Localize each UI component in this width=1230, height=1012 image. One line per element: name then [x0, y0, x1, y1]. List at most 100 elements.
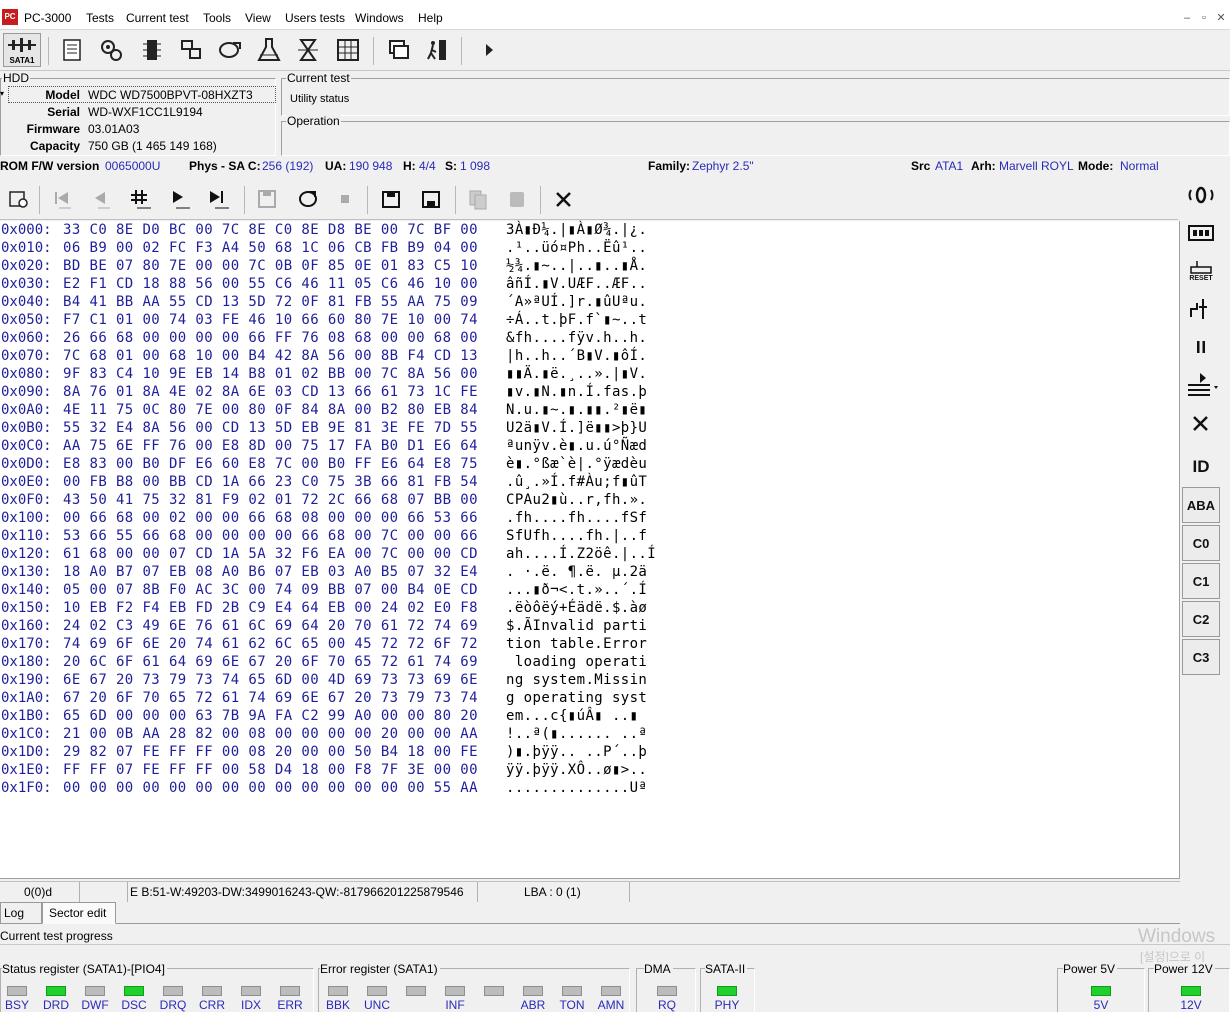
load-from-file-button[interactable]: [418, 186, 444, 212]
tab-sector-edit[interactable]: Sector edit: [42, 902, 116, 924]
hex-bytes[interactable]: 8A 76 01 8A 4E 02 8A 6E 03 CD 13 66 61 7…: [63, 383, 478, 401]
hex-ascii[interactable]: CPAu2▮ù..r,fh.».: [506, 491, 647, 509]
hex-ascii[interactable]: U2ä▮V.Í.]ë▮▮>þ}U: [506, 419, 647, 437]
hex-ascii[interactable]: 3À▮Ð¼.|▮À▮Ø¾.|¿.: [506, 221, 647, 239]
hex-ascii[interactable]: g operating syst: [506, 689, 647, 707]
hex-bytes[interactable]: FF FF 07 FE FF FF 00 58 D4 18 00 F8 7F 3…: [63, 761, 478, 779]
passport-button[interactable]: [57, 35, 87, 65]
menu-help[interactable]: Help: [418, 11, 443, 25]
hex-ascii[interactable]: tion table.Error: [506, 635, 647, 653]
hex-bytes[interactable]: AA 75 6E FF 76 00 E8 8D 00 75 17 FA B0 D…: [63, 437, 478, 455]
hex-bytes[interactable]: 00 00 00 00 00 00 00 00 00 00 00 00 00 0…: [63, 779, 478, 797]
hex-bytes[interactable]: 20 6C 6F 61 64 69 6E 67 20 6F 70 65 72 6…: [63, 653, 478, 671]
hex-ascii[interactable]: .ëòôëý+Éädë.$.àø: [506, 599, 647, 617]
hex-ascii[interactable]: )▮.þÿÿ.. ..P´..þ: [506, 743, 647, 761]
c0-button[interactable]: C0: [1182, 525, 1220, 561]
hex-ascii[interactable]: ´A»ªUÍ.]r.▮ûUªu.: [506, 293, 647, 311]
flask-button[interactable]: [254, 35, 284, 65]
hex-ascii[interactable]: ½¾.▮~..|..▮..▮Å.: [506, 257, 647, 275]
hex-bytes[interactable]: 74 69 6F 6E 20 74 61 62 6C 65 00 45 72 7…: [63, 635, 478, 653]
hex-bytes[interactable]: 9F 83 C4 10 9E EB 14 B8 01 02 BB 00 7C 8…: [63, 365, 478, 383]
c1-button[interactable]: C1: [1182, 563, 1220, 599]
id-button[interactable]: ID: [1182, 449, 1220, 485]
c2-button[interactable]: C2: [1182, 601, 1220, 637]
open-file-button[interactable]: [215, 35, 245, 65]
hex-ascii[interactable]: loading operati: [506, 653, 647, 671]
hex-bytes[interactable]: 00 FB B8 00 BB CD 1A 66 23 C0 75 3B 66 8…: [63, 473, 478, 491]
menu-tools[interactable]: Tools: [203, 11, 231, 25]
next-sector-button[interactable]: [166, 186, 192, 212]
hex-ascii[interactable]: &fh....fÿv.h..h.: [506, 329, 647, 347]
goto-sector-button[interactable]: [127, 186, 153, 212]
exit-button[interactable]: [422, 35, 452, 65]
menu-view[interactable]: View: [245, 11, 271, 25]
minimize-icon[interactable]: –: [1180, 11, 1194, 25]
hex-ascii[interactable]: .û¸.»Í.f#Àu;f▮ûT: [506, 473, 647, 491]
hex-bytes[interactable]: 61 68 00 00 07 CD 1A 5A 32 F6 EA 00 7C 0…: [63, 545, 478, 563]
first-sector-button[interactable]: [49, 186, 75, 212]
hex-ascii[interactable]: ▮▮Ä.▮ë.¸..».|▮V.: [506, 365, 647, 383]
commands-button[interactable]: [1182, 367, 1220, 403]
hex-bytes[interactable]: 10 EB F2 F4 EB FD 2B C9 E4 64 EB 00 24 0…: [63, 599, 478, 617]
hex-ascii[interactable]: |h..h..´B▮V.▮ôÍ.: [506, 347, 647, 365]
menu-current-test[interactable]: Current test: [126, 11, 189, 25]
timer-button[interactable]: [293, 35, 323, 65]
aba-button[interactable]: ABA: [1182, 487, 1220, 523]
board-button[interactable]: [1182, 215, 1220, 251]
hex-bytes[interactable]: 43 50 41 75 32 81 F9 02 01 72 2C 66 68 0…: [63, 491, 478, 509]
pause-button[interactable]: [1182, 329, 1220, 365]
hex-ascii[interactable]: ÿÿ.þÿÿ.XÔ..ø▮>..: [506, 761, 647, 779]
heads-map-button[interactable]: [176, 35, 206, 65]
hex-ascii[interactable]: !..ª(▮...... ..ª: [506, 725, 647, 743]
reset-button[interactable]: RESET: [1182, 253, 1220, 289]
prev-sector-button[interactable]: [88, 186, 114, 212]
hex-editor[interactable]: 0x000: 33 C0 8E D0 BC 00 7C 8E C0 8E D8 B…: [0, 221, 1180, 879]
hex-bytes[interactable]: 00 66 68 00 02 00 00 66 68 08 00 00 00 6…: [63, 509, 478, 527]
hex-bytes[interactable]: 4E 11 75 0C 80 7E 00 80 0F 84 8A 00 B2 8…: [63, 401, 478, 419]
stop-button[interactable]: [332, 186, 358, 212]
hex-bytes[interactable]: 21 00 0B AA 28 82 00 08 00 00 00 00 20 0…: [63, 725, 478, 743]
hex-bytes[interactable]: 33 C0 8E D0 BC 00 7C 8E C0 8E D8 BE 00 7…: [63, 221, 478, 239]
hex-bytes[interactable]: 05 00 07 8B F0 AC 3C 00 74 09 BB 07 00 B…: [63, 581, 478, 599]
hex-ascii[interactable]: ...▮ð¬<.t.»..´.Í: [506, 581, 647, 599]
restore-icon[interactable]: ▫: [1197, 11, 1211, 25]
options-button[interactable]: [6, 186, 32, 212]
hex-ascii[interactable]: $.ÃInvalid parti: [506, 617, 647, 635]
c3-button[interactable]: C3: [1182, 639, 1220, 675]
hex-bytes[interactable]: 26 66 68 00 00 00 00 66 FF 76 08 68 00 0…: [63, 329, 478, 347]
copy-button[interactable]: [465, 186, 491, 212]
hex-bytes[interactable]: E2 F1 CD 18 88 56 00 55 C6 46 11 05 C6 4…: [63, 275, 478, 293]
hex-bytes[interactable]: F7 C1 01 00 74 03 FE 46 10 66 60 80 7E 1…: [63, 311, 478, 329]
hex-bytes[interactable]: 55 32 E4 8A 56 00 CD 13 5D EB 9E 81 3E F…: [63, 419, 478, 437]
hex-bytes[interactable]: 53 66 55 66 68 00 00 00 00 66 68 00 7C 0…: [63, 527, 478, 545]
hex-bytes[interactable]: 67 20 6F 70 65 72 61 74 69 6E 67 20 73 7…: [63, 689, 478, 707]
paste-button[interactable]: [504, 186, 530, 212]
hex-ascii[interactable]: . ·.ë. ¶.ë. µ.2ä: [506, 563, 647, 581]
tools-button[interactable]: [551, 186, 577, 212]
hex-ascii[interactable]: .¹..üó¤Ph..Ëû¹..: [506, 239, 647, 257]
menu-users-tests[interactable]: Users tests: [285, 11, 345, 25]
jumper-button[interactable]: [1182, 291, 1220, 327]
hex-ascii[interactable]: SfUfh....fh.|..f: [506, 527, 647, 545]
last-sector-button[interactable]: [205, 186, 231, 212]
read-sector-button[interactable]: [295, 186, 321, 212]
hex-bytes[interactable]: 6E 67 20 73 79 73 74 65 6D 00 4D 69 73 7…: [63, 671, 478, 689]
utilities-button[interactable]: [1182, 405, 1220, 441]
hex-ascii[interactable]: .fh....fh....fSf: [506, 509, 647, 527]
hex-bytes[interactable]: E8 83 00 B0 DF E6 60 E8 7C 00 B0 FF E6 6…: [63, 455, 478, 473]
menu-tests[interactable]: Tests: [86, 11, 114, 25]
hex-bytes[interactable]: B4 41 BB AA 55 CD 13 5D 72 0F 81 FB 55 A…: [63, 293, 478, 311]
close-icon[interactable]: ✕: [1214, 11, 1228, 25]
settings-button[interactable]: [96, 35, 126, 65]
hex-ascii[interactable]: em...c{▮úÂ▮ ..▮: [506, 707, 647, 725]
hex-ascii[interactable]: ▮v.▮N.▮n.Í.fas.þ: [506, 383, 647, 401]
chip-button[interactable]: [137, 35, 167, 65]
save-to-file-button[interactable]: [378, 186, 404, 212]
hex-ascii[interactable]: ah....Í.Z2öê.|..Í: [506, 545, 656, 563]
run-button[interactable]: [474, 35, 504, 65]
hex-bytes[interactable]: 65 6D 00 00 00 63 7B 9A FA C2 99 A0 00 0…: [63, 707, 478, 725]
windows-cascade-button[interactable]: [384, 35, 414, 65]
tab-log[interactable]: Log: [0, 902, 42, 924]
grid-button[interactable]: [333, 35, 363, 65]
power-toggle-button[interactable]: [1182, 177, 1220, 213]
